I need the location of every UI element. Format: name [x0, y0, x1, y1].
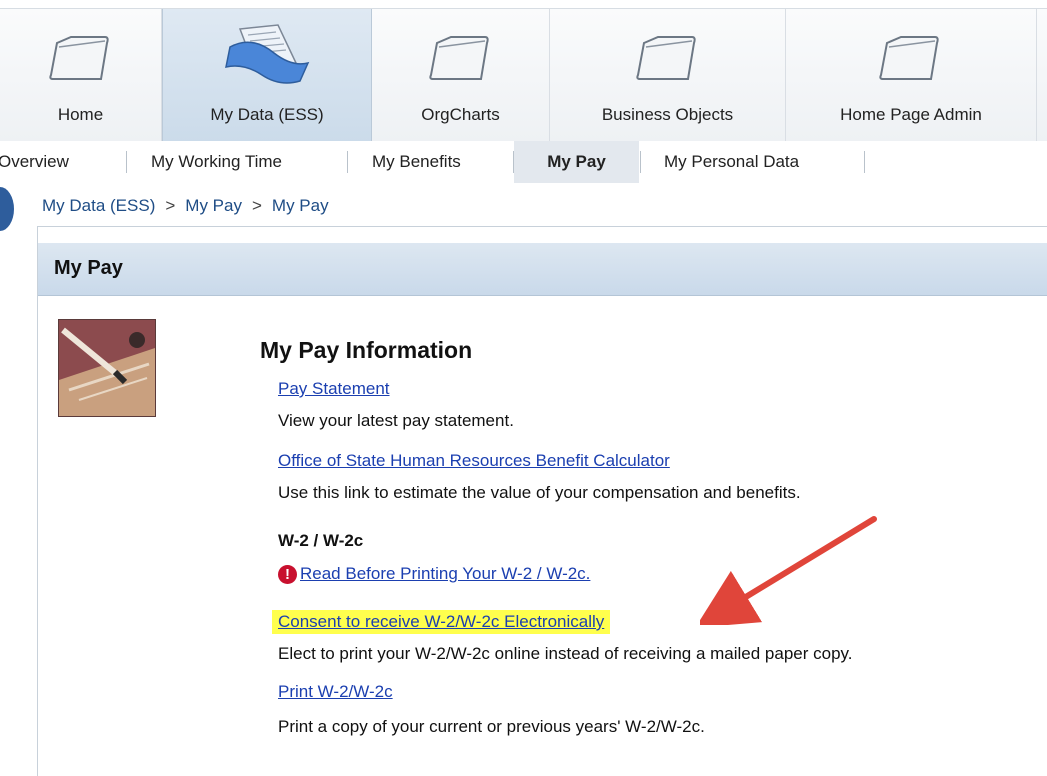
annotation-arrow-icon	[700, 516, 877, 625]
breadcrumb-item[interactable]: My Pay	[272, 196, 329, 215]
breadcrumb-separator: >	[165, 196, 176, 215]
consent-electronic-w2-link[interactable]: Consent to receive W-2/W-2c Electronical…	[272, 610, 611, 634]
breadcrumb-item[interactable]: My Data (ESS)	[42, 196, 155, 215]
pay-statement-desc: View your latest pay statement.	[278, 411, 514, 430]
documents-icon	[225, 24, 310, 84]
panel-header: My Pay	[38, 243, 1047, 296]
content-panel: My Pay My Pay Information Pay Statement …	[37, 226, 1047, 776]
folder-icon	[428, 36, 489, 80]
tab-label: Home Page Admin	[840, 105, 982, 124]
exclamation-icon: !	[278, 565, 297, 584]
print-w2-link[interactable]: Print W-2/W-2c	[278, 682, 393, 702]
tab-label: My Data (ESS)	[210, 105, 324, 124]
folder-icon	[48, 36, 109, 80]
folder-icon	[879, 36, 939, 80]
tab-business-objects[interactable]: Business Objects	[550, 9, 786, 142]
benefit-calculator-desc: Use this link to estimate the value of y…	[278, 483, 801, 502]
w2-heading: W-2 / W-2c	[278, 531, 364, 550]
consent-electronic-w2-desc: Elect to print your W-2/W-2c online inst…	[278, 644, 853, 663]
subnav-my-benefits[interactable]: My Benefits	[372, 141, 461, 183]
secondary-nav: Overview My Working Time My Benefits My …	[0, 141, 1047, 183]
tab-my-data-ess[interactable]: My Data (ESS)	[162, 9, 372, 142]
tab-orgcharts[interactable]: OrgCharts	[372, 9, 550, 142]
breadcrumb: My Data (ESS) > My Pay > My Pay	[42, 196, 329, 216]
subnav-my-working-time[interactable]: My Working Time	[151, 141, 282, 183]
subnav-divider	[640, 151, 641, 173]
section-heading: My Pay Information	[260, 337, 473, 363]
tab-label: OrgCharts	[421, 105, 500, 124]
subnav-my-pay[interactable]: My Pay	[514, 141, 639, 183]
read-before-printing-link[interactable]: Read Before Printing Your W-2 / W-2c.	[300, 564, 590, 584]
pay-thumbnail-image	[58, 319, 156, 417]
breadcrumb-bullet-icon	[0, 187, 14, 231]
tab-label: Home	[57, 105, 104, 124]
tab-home[interactable]: Home	[0, 9, 162, 142]
pay-statement-link[interactable]: Pay Statement	[278, 379, 390, 399]
tab-home-page-admin[interactable]: Home Page Admin	[786, 9, 1037, 142]
panel-title: My Pay	[54, 257, 123, 279]
subnav-my-personal-data[interactable]: My Personal Data	[664, 141, 799, 183]
subnav-divider	[864, 151, 865, 173]
subnav-divider	[347, 151, 348, 173]
subnav-overview[interactable]: Overview	[0, 141, 69, 183]
top-tab-bar: Home My Data (ESS) OrgCharts Business Ob…	[0, 8, 1047, 143]
tab-label: Business Objects	[601, 105, 734, 124]
breadcrumb-separator: >	[251, 196, 262, 215]
folder-icon	[635, 36, 696, 80]
subnav-divider	[126, 151, 127, 173]
breadcrumb-item[interactable]: My Pay	[185, 196, 242, 215]
print-w2-desc: Print a copy of your current or previous…	[278, 717, 705, 736]
benefit-calculator-link[interactable]: Office of State Human Resources Benefit …	[278, 451, 670, 471]
